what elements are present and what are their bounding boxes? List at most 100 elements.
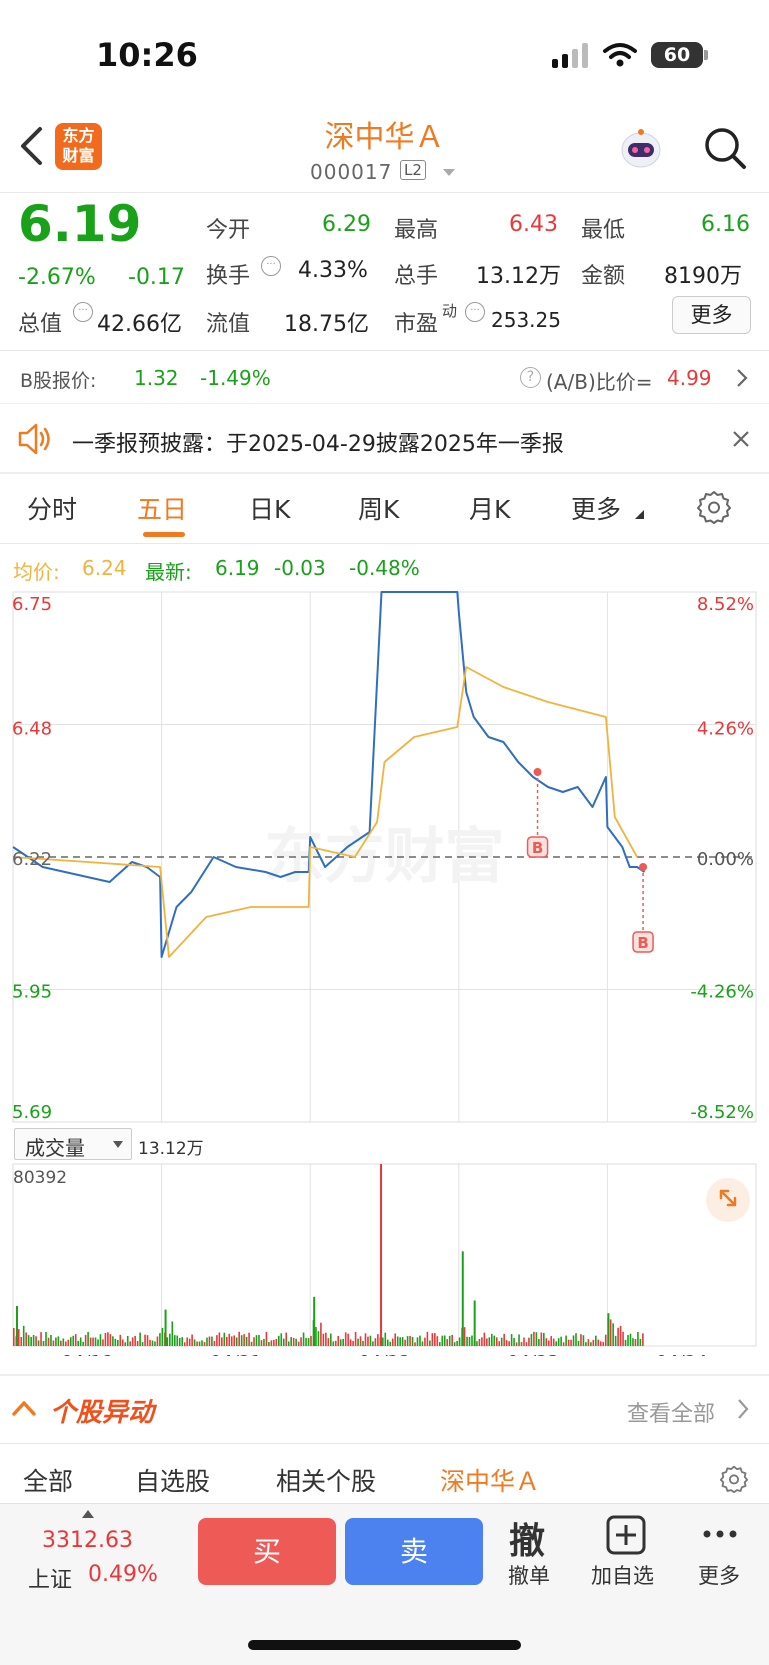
- volume-bar: [141, 1342, 144, 1346]
- level-badge[interactable]: L2: [400, 160, 426, 180]
- notice-text[interactable]: 一季报预披露：于2025-04-29披露2025年一季报: [72, 426, 564, 458]
- volume-bar: [389, 1341, 392, 1346]
- volume-bar: [443, 1335, 446, 1346]
- volume-bar: [384, 1332, 387, 1346]
- volume-bar: [310, 1335, 312, 1346]
- volume-bar: [136, 1340, 139, 1346]
- chevron-up-icon[interactable]: [12, 1400, 36, 1416]
- volume-bar: [518, 1334, 520, 1346]
- settings-gear-icon[interactable]: [697, 490, 731, 524]
- volume-bar: [434, 1333, 436, 1346]
- index-name[interactable]: 上证: [28, 1562, 72, 1594]
- volume-max-label: 80392: [13, 1168, 68, 1188]
- volume-bar: [510, 1334, 513, 1346]
- info-icon[interactable]: ···: [465, 302, 485, 322]
- volume-bar: [431, 1333, 434, 1346]
- sell-button[interactable]: 卖: [345, 1518, 483, 1585]
- volume-bar: [280, 1333, 283, 1346]
- volume-bar: [468, 1336, 471, 1346]
- volume-bar: [50, 1335, 52, 1346]
- movement-tab-stock[interactable]: 深中华Ａ: [440, 1462, 540, 1498]
- help-icon[interactable]: ?: [520, 367, 541, 388]
- pe-superscript: 动: [442, 302, 458, 320]
- cancel-order-icon[interactable]: 撤: [509, 1512, 545, 1564]
- volume-bar: [94, 1337, 97, 1346]
- volume-bar: [609, 1319, 612, 1346]
- volume-bar: [438, 1342, 441, 1346]
- volume-bar: [268, 1341, 270, 1346]
- add-watchlist-label[interactable]: 加自选: [591, 1560, 654, 1590]
- volume-bar: [57, 1336, 60, 1346]
- dropdown-triangle-icon[interactable]: [442, 168, 456, 178]
- tab-five-day[interactable]: 五日: [137, 490, 187, 526]
- more-button[interactable]: 更多: [672, 296, 751, 334]
- volume-bar: [339, 1339, 342, 1346]
- volume-bar: [550, 1336, 553, 1346]
- index-value[interactable]: 3312.63: [42, 1528, 133, 1553]
- change-value: -0.17: [128, 265, 185, 290]
- settings-gear-icon[interactable]: [720, 1465, 748, 1493]
- volume-bar: [273, 1339, 275, 1346]
- price-chart[interactable]: 东方财富 B B 6.75 6.48 6.22 5.95 5.69 8.52% 4.26% 0.00…: [0, 590, 769, 1130]
- volume-bar: [82, 1341, 84, 1346]
- volume-bar: [622, 1331, 624, 1346]
- volume-bar: [15, 1305, 18, 1346]
- cancel-order-label[interactable]: 撤单: [508, 1560, 550, 1590]
- more-label[interactable]: 更多: [698, 1560, 740, 1590]
- buy-button[interactable]: 买: [198, 1518, 336, 1585]
- more-dots-icon[interactable]: [702, 1528, 738, 1540]
- current-price: 6.19: [18, 195, 142, 253]
- volume-bar: [117, 1340, 119, 1346]
- info-icon[interactable]: ···: [73, 302, 93, 322]
- movement-tab-all[interactable]: 全部: [23, 1462, 73, 1498]
- volume-bar: [533, 1331, 535, 1346]
- volume-bar: [515, 1342, 518, 1346]
- view-all-link[interactable]: 查看全部: [627, 1396, 715, 1428]
- movement-tab-related[interactable]: 相关个股: [276, 1462, 376, 1498]
- expand-icon[interactable]: [706, 1178, 750, 1222]
- volume-bar: [330, 1333, 332, 1346]
- volume-bar: [597, 1339, 600, 1346]
- volume-bar: [344, 1332, 347, 1346]
- add-watchlist-icon[interactable]: [605, 1514, 647, 1556]
- volume-bar: [401, 1337, 404, 1346]
- tab-more[interactable]: 更多: [571, 490, 621, 526]
- volume-selector[interactable]: 成交量: [14, 1128, 132, 1160]
- volume-bar: [639, 1338, 642, 1346]
- search-icon[interactable]: [703, 126, 747, 170]
- volume-bar: [176, 1335, 179, 1346]
- volume-bar: [547, 1340, 550, 1346]
- tab-intraday[interactable]: 分时: [27, 490, 77, 526]
- volume-bar: [191, 1334, 193, 1346]
- latest-pct: -0.48%: [349, 556, 420, 580]
- volume-bar: [45, 1331, 47, 1346]
- volume-bar: [287, 1341, 290, 1346]
- volume-chart[interactable]: 04/18 04/21 04/22 04/23 04/24: [0, 1162, 769, 1356]
- index-pct[interactable]: 0.49%: [88, 1562, 158, 1587]
- volume-bar: [258, 1334, 260, 1346]
- info-icon[interactable]: ···: [261, 256, 281, 276]
- close-icon[interactable]: [732, 430, 750, 448]
- y-left-tick: 6.48: [12, 719, 52, 740]
- volume-bar: [171, 1321, 174, 1346]
- volume-bar: [562, 1342, 565, 1346]
- volume-bar: [230, 1336, 233, 1346]
- movement-tab-watchlist[interactable]: 自选股: [135, 1462, 210, 1498]
- volume-bar: [40, 1332, 42, 1346]
- volume-bar: [211, 1336, 213, 1346]
- volume-bar: [607, 1313, 610, 1346]
- price-series-line: [12, 591, 646, 958]
- tab-weekly-k[interactable]: 周K: [358, 490, 399, 526]
- volume-bar: [42, 1341, 45, 1346]
- chevron-right-icon[interactable]: [737, 1398, 749, 1420]
- chevron-right-icon[interactable]: [736, 368, 748, 388]
- tab-monthly-k[interactable]: 月K: [469, 490, 510, 526]
- volume-bar: [629, 1333, 632, 1346]
- tab-daily-k[interactable]: 日K: [249, 490, 290, 526]
- volume-bar: [62, 1338, 65, 1346]
- volume-frame: [12, 1163, 757, 1347]
- volume-bar: [92, 1337, 94, 1346]
- open-value: 6.29: [322, 212, 371, 237]
- volume-bar: [47, 1337, 50, 1346]
- assistant-robot-icon[interactable]: [618, 126, 664, 172]
